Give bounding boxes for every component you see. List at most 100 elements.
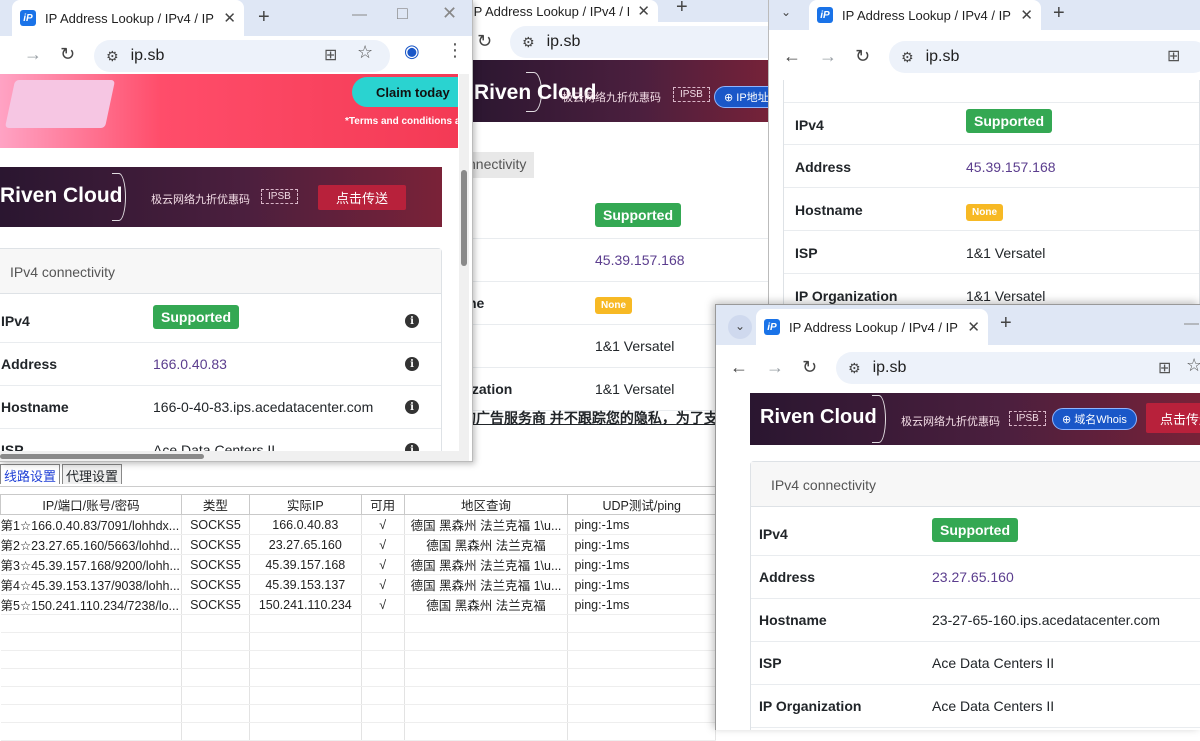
browser-tab[interactable]: IP Address Lookup / IPv4 / IP ✕ bbox=[462, 0, 658, 22]
table-header: IP/端口/账号/密码 类型 实际IP 可用 地区查询 UDP测试/ping bbox=[0, 494, 716, 515]
close-icon[interactable]: ✕ bbox=[1020, 6, 1033, 24]
col-ip-port[interactable]: IP/端口/账号/密码 bbox=[0, 494, 182, 515]
horizontal-scrollbar[interactable] bbox=[0, 451, 459, 461]
claim-today-button[interactable]: Claim today bbox=[352, 77, 458, 107]
table-row[interactable]: 第4☆45.39.153.137/9038/lohh... SOCKS5 45.… bbox=[0, 574, 716, 595]
address-bar[interactable]: ⚙ ip.sb bbox=[836, 352, 1200, 384]
reload-icon[interactable]: ↻ bbox=[60, 44, 75, 65]
terms-text: *Terms and conditions a bbox=[345, 116, 458, 127]
url-text: ip.sb bbox=[872, 359, 907, 376]
tab-proxy-settings[interactable]: 代理设置 bbox=[62, 464, 123, 484]
cell-region: 德国 黑森州 法兰克福 1\u... bbox=[404, 514, 569, 535]
info-icon[interactable]: i bbox=[405, 357, 419, 371]
chevron-down-icon[interactable]: ⌄ bbox=[728, 315, 752, 339]
forward-icon[interactable]: → bbox=[819, 46, 837, 67]
browser-tab[interactable]: iP IP Address Lookup / IPv4 / IP ✕ bbox=[756, 309, 988, 345]
promo-banner[interactable]: Riven Cloud 极云网络九折优惠码 IPSB 点击传送 bbox=[0, 167, 442, 227]
promo-code: IPSB bbox=[673, 87, 710, 102]
more-menu-icon[interactable]: ⋮ bbox=[446, 40, 464, 61]
ad-banner[interactable]: Claim today *Terms and conditions a bbox=[0, 74, 458, 148]
minimize-icon[interactable]: — bbox=[352, 6, 367, 23]
address-value[interactable]: 166.0.40.83 bbox=[153, 356, 227, 372]
site-info-icon[interactable]: ⚙ bbox=[106, 48, 119, 65]
col-real-ip[interactable]: 实际IP bbox=[248, 494, 362, 515]
back-icon[interactable]: ← bbox=[730, 357, 748, 378]
new-tab-icon[interactable]: + bbox=[258, 6, 270, 29]
table-row[interactable]: 第3☆45.39.157.168/9200/lohh... SOCKS5 45.… bbox=[0, 554, 716, 575]
promo-code: IPSB bbox=[1009, 411, 1046, 426]
address-value[interactable]: 23.27.65.160 bbox=[932, 569, 1014, 585]
table-row bbox=[0, 722, 716, 741]
site-info-icon[interactable]: ⚙ bbox=[901, 49, 914, 66]
bookmark-star-icon[interactable]: ☆ bbox=[1186, 355, 1200, 376]
chevron-down-icon[interactable]: ⌄ bbox=[781, 5, 791, 19]
cell-ping: ping:-1ms bbox=[567, 554, 716, 575]
translate-icon[interactable]: ⊞ bbox=[1167, 46, 1180, 66]
close-icon[interactable]: ✕ bbox=[223, 9, 236, 27]
browser-window-3: ⌄ iP IP Address Lookup / IPv4 / IP ✕ + ←… bbox=[768, 0, 1200, 305]
hostname-badge: None bbox=[595, 295, 632, 314]
col-type[interactable]: 类型 bbox=[180, 494, 250, 515]
ipv4-label: IPv4 bbox=[1, 313, 30, 329]
org-label: IP Organization bbox=[759, 698, 862, 714]
promo-banner[interactable]: Riven Cloud 极云网络九折优惠码 IPSB ⊕ IP地址 bbox=[462, 60, 782, 122]
org-label-partial: ization bbox=[468, 381, 513, 397]
address-bar[interactable]: ⚙ ip.sb bbox=[94, 40, 390, 72]
teleport-button[interactable]: 点击传送 bbox=[318, 185, 406, 210]
teleport-button[interactable]: 点击传送 bbox=[1146, 403, 1200, 433]
reload-icon[interactable]: ↻ bbox=[802, 357, 817, 378]
scrollbar-thumb[interactable] bbox=[461, 170, 467, 266]
table-row[interactable]: 第1☆166.0.40.83/7091/lohhdx... SOCKS5 166… bbox=[0, 514, 716, 535]
close-icon[interactable]: ✕ bbox=[967, 318, 980, 336]
tab-strip: ⌄ iP IP Address Lookup / IPv4 / IP ✕ + bbox=[769, 0, 1200, 30]
address-bar[interactable]: ⚙ ip.sb bbox=[889, 41, 1200, 73]
browser-tab[interactable]: iP IP Address Lookup / IPv4 / IP ✕ bbox=[809, 0, 1041, 30]
cell-ip-port: 第4☆45.39.153.137/9038/lohh... bbox=[0, 574, 182, 595]
cell-ip-port: 第3☆45.39.157.168/9200/lohh... bbox=[0, 554, 182, 575]
supported-badge: Supported bbox=[595, 203, 681, 227]
site-info-icon[interactable]: ⚙ bbox=[522, 34, 535, 51]
promo-banner[interactable]: Riven Cloud 极云网络九折优惠码 IPSB ⊕ 域名Whois 点击传… bbox=[750, 393, 1200, 445]
close-icon[interactable]: ✕ bbox=[637, 2, 650, 20]
reload-icon[interactable]: ↻ bbox=[477, 31, 492, 52]
maximize-icon[interactable]: □ bbox=[397, 3, 408, 24]
address-value[interactable]: 45.39.157.168 bbox=[595, 252, 685, 268]
whois-pill[interactable]: ⊕ 域名Whois bbox=[1052, 408, 1137, 430]
scrollbar-thumb[interactable] bbox=[0, 454, 204, 459]
address-bar[interactable]: ⚙ ip.sb bbox=[510, 26, 782, 58]
ipv4-card: IPv4 connectivity IPv4 Supported Address… bbox=[750, 461, 1200, 730]
translate-icon[interactable]: ⊞ bbox=[324, 45, 337, 65]
info-icon[interactable]: i bbox=[405, 314, 419, 328]
cell-available: √ bbox=[361, 554, 405, 575]
new-tab-icon[interactable]: + bbox=[1053, 2, 1065, 25]
cell-region: 德国 黑森州 法兰克福 1\u... bbox=[404, 554, 569, 575]
reload-icon[interactable]: ↻ bbox=[855, 46, 870, 67]
site-info-icon[interactable]: ⚙ bbox=[848, 360, 861, 377]
ipsb-favicon: iP bbox=[764, 319, 780, 335]
row-address: Address 45.39.157.168 bbox=[784, 145, 1199, 188]
col-udp-ping[interactable]: UDP测试/ping bbox=[567, 494, 716, 515]
isp-label: ISP bbox=[759, 655, 782, 671]
tab-route-settings[interactable]: 线路设置 bbox=[0, 464, 61, 484]
table-row[interactable]: 第5☆150.241.110.234/7238/lo... SOCKS5 150… bbox=[0, 594, 716, 615]
browser-tab[interactable]: iP IP Address Lookup / IPv4 / IP ✕ bbox=[12, 0, 244, 36]
col-region[interactable]: 地区查询 bbox=[403, 494, 569, 515]
window-close-icon[interactable]: ✕ bbox=[442, 3, 457, 24]
card-title: IPv4 connectivity bbox=[751, 462, 1200, 507]
forward-icon[interactable]: → bbox=[766, 357, 784, 378]
new-tab-icon[interactable]: + bbox=[1000, 312, 1012, 335]
minimize-icon[interactable]: — bbox=[1184, 315, 1199, 332]
back-icon[interactable]: ← bbox=[783, 46, 801, 67]
translate-icon[interactable]: ⊞ bbox=[1158, 358, 1171, 378]
table-row bbox=[0, 668, 716, 687]
address-value[interactable]: 45.39.157.168 bbox=[966, 159, 1056, 175]
forward-icon[interactable]: → bbox=[24, 44, 42, 65]
table-row[interactable]: 第2☆23.27.65.160/5663/lohhd... SOCKS5 23.… bbox=[0, 534, 716, 555]
col-available[interactable]: 可用 bbox=[360, 494, 405, 515]
profile-icon[interactable]: ◉ bbox=[404, 41, 420, 62]
new-tab-icon[interactable]: + bbox=[676, 0, 688, 19]
info-icon[interactable]: i bbox=[405, 400, 419, 414]
row-ipv4: IPv4 Supported bbox=[751, 513, 1200, 556]
bookmark-star-icon[interactable]: ☆ bbox=[357, 42, 373, 63]
vertical-scrollbar[interactable] bbox=[459, 74, 469, 461]
